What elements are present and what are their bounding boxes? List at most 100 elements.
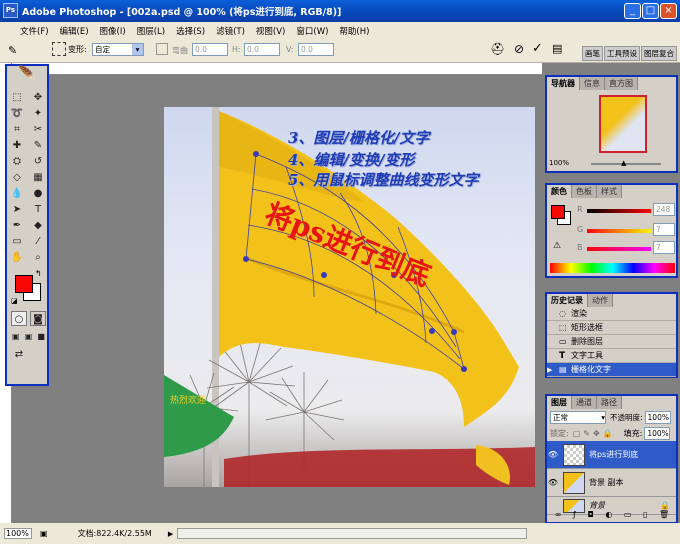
tab-styles[interactable]: 样式 [597,185,622,198]
menu-edit[interactable]: 编辑(E) [60,25,89,37]
foreground-color-swatch[interactable] [15,275,33,293]
layer-row-bg-copy[interactable]: 👁 背景 副本 [547,469,676,497]
opacity-field[interactable]: 100% [644,410,671,424]
type-tool-icon[interactable]: T [30,202,46,217]
move-tool-icon[interactable]: ✥ [30,90,46,105]
warp-style-select[interactable]: 自定 ▾ [92,43,144,56]
lock-icons[interactable]: ▢✎✥🔒 [573,429,616,438]
new-group-icon[interactable]: ▭ [624,510,632,522]
bend-field[interactable]: 0.0 [192,43,228,56]
eye-icon[interactable]: 👁 [547,450,559,459]
tab-actions[interactable]: 动作 [588,294,613,307]
history-item[interactable]: ◌ 渲染 [547,307,676,321]
magic-wand-tool-icon[interactable]: ✦ [30,106,46,121]
standard-mode-icon[interactable]: ○ [11,311,27,326]
tab-channels[interactable]: 通道 [572,396,597,409]
blend-mode-select[interactable]: 正常 ▾ [550,410,606,424]
menu-layer[interactable]: 图层(L) [137,25,165,37]
tab-navigator[interactable]: 导航器 [547,77,580,90]
shape-tool-icon[interactable]: ◆ [30,218,46,233]
channel-r-slider[interactable] [587,209,651,213]
brush-tool-icon[interactable]: ✎ [30,138,46,153]
pen-tool-icon[interactable]: ✒ [9,218,25,233]
new-layer-icon[interactable]: ▯ [643,510,647,522]
hand-tool-icon[interactable]: ✋ [9,250,25,265]
tab-layers[interactable]: 图层 [547,396,572,409]
layer-row-text[interactable]: 👁 将ps进行到底 [547,441,676,469]
screen-mode-full-menu-icon[interactable]: ▣ [23,329,35,344]
menu-help[interactable]: 帮助(H) [339,25,369,37]
channel-b-value[interactable]: 7 [653,241,675,254]
healing-brush-tool-icon[interactable]: ✚ [9,138,25,153]
maximize-button[interactable]: □ [642,3,659,19]
close-button[interactable]: × [660,3,677,19]
screen-mode-full-icon[interactable]: ■ [35,329,47,344]
color-fg-swatch[interactable] [551,205,565,219]
document-canvas[interactable]: 将ps进行到底 热烈欢迎 3、图层/栅格化/文字 4、编辑/变换/变形 5、用鼠… [164,107,535,487]
tab-history[interactable]: 历史记录 [547,294,588,307]
navigator-zoom[interactable]: 100% [549,159,569,167]
layer-style-icon[interactable]: ƒ [573,510,576,522]
history-item[interactable]: T 文字工具 [547,349,676,363]
tab-swatches[interactable]: 色板 [572,185,597,198]
history-item-active[interactable]: ▶ ▤ 栅格化文字 [547,363,676,377]
channel-r-value[interactable]: 248 [653,203,675,216]
cancel-transform-icon[interactable]: ⊘ [514,42,524,56]
menu-image[interactable]: 图像(I) [100,25,126,37]
default-colors-icon[interactable]: ◪ [11,297,18,305]
menu-filter[interactable]: 滤镜(T) [216,25,245,37]
blur-tool-icon[interactable]: 💧 [9,186,25,201]
channel-g-slider[interactable] [587,229,651,233]
swap-colors-icon[interactable]: ↰ [35,269,42,278]
marquee-tool-icon[interactable]: ⬚ [9,90,25,105]
stamp-tool-icon[interactable]: ⛭ [9,154,25,169]
link-layers-icon[interactable]: ∞ [555,510,562,522]
orientation-icon[interactable] [156,43,168,55]
color-spectrum-bar[interactable] [550,263,675,273]
v-field[interactable]: 0.0 [298,43,334,56]
crop-tool-icon[interactable]: ⌗ [9,122,25,137]
dock-tab-tool-presets[interactable]: 工具预设 [604,46,640,61]
tab-info[interactable]: 信息 [580,77,605,90]
menu-view[interactable]: 视图(V) [256,25,285,37]
menu-file[interactable]: 文件(F) [20,25,49,37]
dock-tab-brushes[interactable]: 画笔 [582,46,603,61]
slice-tool-icon[interactable]: ✂ [30,122,46,137]
lasso-tool-icon[interactable]: ➰ [9,106,25,121]
screen-mode-standard-icon[interactable]: ▣ [10,329,22,344]
menu-window[interactable]: 窗口(W) [296,25,328,37]
layer-mask-icon[interactable]: ◘ [587,510,593,522]
history-item[interactable]: ⬚ 矩形选框 [547,321,676,335]
adjustment-layer-icon[interactable]: ◐ [605,510,612,522]
history-item[interactable]: ▭ 删除图层 [547,335,676,349]
palette-well-icon[interactable]: ▤ [552,42,562,55]
commit-transform-icon[interactable]: ✓ [532,41,543,56]
fill-field[interactable]: 100% [644,426,671,440]
horizontal-scrollbar[interactable] [177,528,528,539]
eraser-tool-icon[interactable]: ◇ [9,170,25,185]
menu-select[interactable]: 选择(S) [176,25,205,37]
status-menu-arrow-icon[interactable]: ▶ [168,530,173,538]
eye-icon[interactable]: 👁 [547,478,559,487]
zoom-tool-icon[interactable]: ⌕ [30,250,46,265]
dock-tab-layer-comps[interactable]: 图层复合 [641,46,677,61]
path-select-tool-icon[interactable]: ➤ [9,202,25,217]
delete-layer-trash-icon[interactable]: 🗑 [659,510,669,522]
transform-mode-icon[interactable]: ⛑ [490,42,505,56]
dodge-tool-icon[interactable]: ● [30,186,46,201]
h-field[interactable]: 0.0 [244,43,280,56]
gradient-tool-icon[interactable]: ▦ [30,170,46,185]
navigator-thumbnail[interactable] [599,95,647,153]
tool-preset-icon[interactable]: ✎ [8,44,26,58]
tab-paths[interactable]: 路径 [597,396,622,409]
quick-mask-icon[interactable]: ◙ [30,311,46,326]
eyedropper-tool-icon[interactable]: ⁄ [30,234,46,249]
tab-histogram[interactable]: 直方图 [605,77,638,90]
zoom-slider-handle-icon[interactable]: ▲ [621,159,626,167]
minimize-button[interactable]: _ [624,3,641,19]
history-brush-tool-icon[interactable]: ↺ [30,154,46,169]
tab-color[interactable]: 颜色 [547,185,572,198]
status-zoom[interactable]: 100% [4,528,32,539]
notes-tool-icon[interactable]: ▭ [9,234,25,249]
channel-b-slider[interactable] [587,247,651,251]
